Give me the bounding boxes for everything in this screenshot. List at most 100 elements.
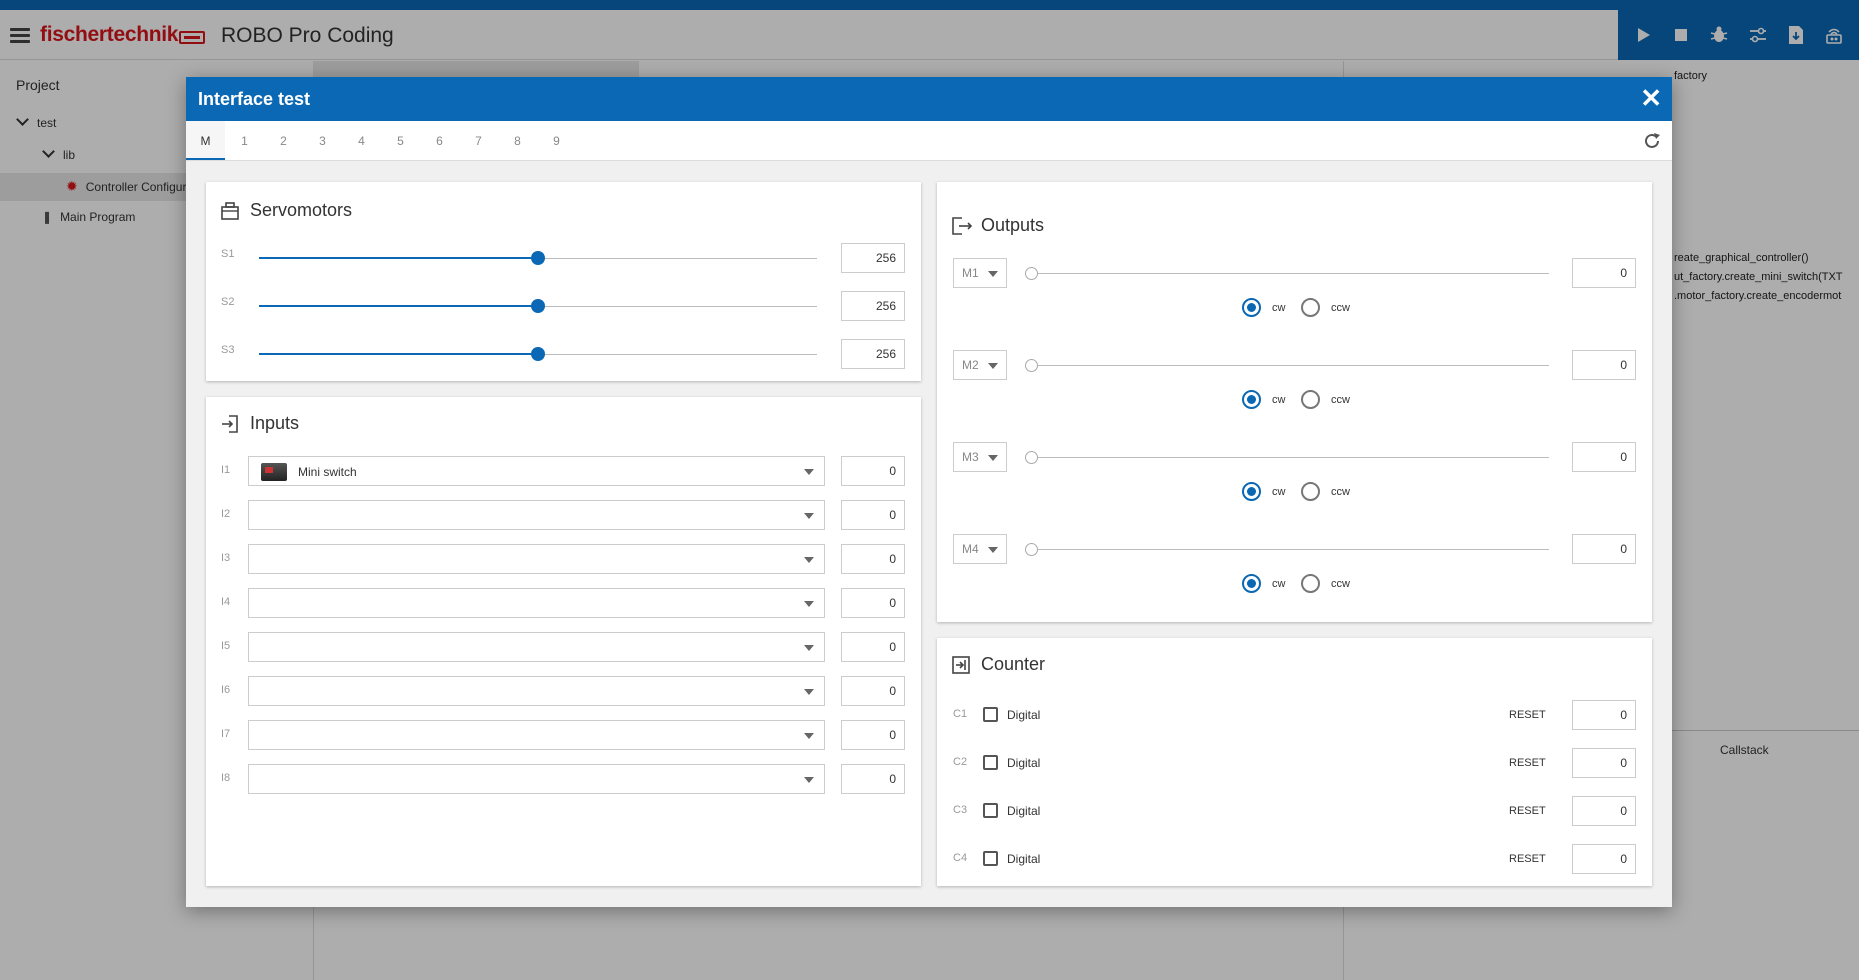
motor-value-field[interactable]: 0: [1572, 442, 1636, 472]
motor-select[interactable]: M1: [953, 258, 1007, 288]
ccw-radio[interactable]: [1301, 298, 1320, 317]
motor-select[interactable]: M3: [953, 442, 1007, 472]
reset-button[interactable]: RESET: [1509, 709, 1546, 721]
reset-button[interactable]: RESET: [1509, 757, 1546, 769]
counter-value-field[interactable]: 0: [1572, 700, 1636, 730]
ccw-radio[interactable]: [1301, 390, 1320, 409]
inputs-heading: Inputs: [220, 413, 299, 434]
servo-value-field[interactable]: 256: [841, 291, 905, 321]
chevron-down-icon: [804, 733, 814, 739]
motor-slider-thumb[interactable]: [1025, 543, 1038, 556]
counter-label: C2: [953, 756, 968, 768]
input-value-field[interactable]: 0: [841, 764, 905, 794]
input-sensor-select[interactable]: [248, 544, 825, 574]
close-icon[interactable]: ✕: [1640, 85, 1662, 111]
chevron-down-icon: [804, 645, 814, 651]
counter-label: C1: [953, 708, 968, 720]
input-sensor-select[interactable]: [248, 764, 825, 794]
servomotors-heading: Servomotors: [220, 200, 352, 221]
servo-slider-thumb[interactable]: [531, 299, 545, 313]
cw-label: cw: [1272, 578, 1286, 590]
cw-radio[interactable]: [1242, 390, 1261, 409]
mini-switch-icon: [261, 463, 287, 481]
chevron-down-icon: [988, 547, 998, 553]
tab-m[interactable]: M: [186, 121, 225, 160]
motor-select[interactable]: M4: [953, 534, 1007, 564]
input-sensor-select[interactable]: [248, 676, 825, 706]
cw-label: cw: [1272, 486, 1286, 498]
ccw-label: ccw: [1331, 578, 1350, 590]
motor-value-field[interactable]: 0: [1572, 258, 1636, 288]
dialog-header: Interface test ✕: [186, 77, 1672, 121]
tab-2[interactable]: 2: [264, 121, 303, 160]
motor-value-field[interactable]: 0: [1572, 350, 1636, 380]
counter-value-field[interactable]: 0: [1572, 844, 1636, 874]
input-label: I6: [221, 684, 231, 696]
input-value-field[interactable]: 0: [841, 544, 905, 574]
counter-value-field[interactable]: 0: [1572, 748, 1636, 778]
motor-select[interactable]: M2: [953, 350, 1007, 380]
digital-checkbox[interactable]: [983, 755, 998, 770]
motor-select-value: M2: [962, 358, 979, 372]
tab-8[interactable]: 8: [498, 121, 537, 160]
tab-5[interactable]: 5: [381, 121, 420, 160]
input-value-field[interactable]: 0: [841, 676, 905, 706]
tab-3[interactable]: 3: [303, 121, 342, 160]
input-value-field[interactable]: 0: [841, 500, 905, 530]
cw-radio[interactable]: [1242, 574, 1261, 593]
cw-radio[interactable]: [1242, 298, 1261, 317]
digital-checkbox[interactable]: [983, 803, 998, 818]
chevron-down-icon: [804, 777, 814, 783]
servo-value-field[interactable]: 256: [841, 243, 905, 273]
input-value-field[interactable]: 0: [841, 632, 905, 662]
input-select-value: Mini switch: [298, 465, 357, 479]
chevron-down-icon: [988, 271, 998, 277]
motor-slider-thumb[interactable]: [1025, 267, 1038, 280]
servo-slider-thumb[interactable]: [531, 251, 545, 265]
ccw-radio[interactable]: [1301, 574, 1320, 593]
reset-button[interactable]: RESET: [1509, 805, 1546, 817]
input-sensor-select[interactable]: Mini switch: [248, 456, 825, 486]
servo-slider-thumb[interactable]: [531, 347, 545, 361]
ccw-radio[interactable]: [1301, 482, 1320, 501]
outputs-title: Outputs: [981, 215, 1045, 235]
motor-slider-thumb[interactable]: [1025, 451, 1038, 464]
digital-label: Digital: [1007, 804, 1041, 818]
input-value-field[interactable]: 0: [841, 456, 905, 486]
tab-4[interactable]: 4: [342, 121, 381, 160]
input-label: I8: [221, 772, 231, 784]
outputs-card: Outputs M1 0 cw ccw M2 0 cw ccw M3 0 cw …: [937, 182, 1652, 622]
digital-checkbox[interactable]: [983, 707, 998, 722]
motor-slider-thumb[interactable]: [1025, 359, 1038, 372]
input-sensor-select[interactable]: [248, 500, 825, 530]
input-value-field[interactable]: 0: [841, 720, 905, 750]
input-sensor-select[interactable]: [248, 588, 825, 618]
output-arrow-icon: [951, 216, 973, 236]
cw-radio[interactable]: [1242, 482, 1261, 501]
motor-slider-track: [1031, 457, 1549, 458]
counter-icon: [951, 655, 971, 675]
counter-card: Counter C1 Digital RESET 0 C2 Digital RE…: [937, 638, 1652, 886]
ccw-label: ccw: [1331, 302, 1350, 314]
input-sensor-select[interactable]: [248, 632, 825, 662]
motor-slider-track: [1031, 549, 1549, 550]
refresh-icon[interactable]: [1642, 131, 1662, 157]
tab-6[interactable]: 6: [420, 121, 459, 160]
servo-value-field[interactable]: 256: [841, 339, 905, 369]
reset-button[interactable]: RESET: [1509, 853, 1546, 865]
tab-1[interactable]: 1: [225, 121, 264, 160]
digital-checkbox[interactable]: [983, 851, 998, 866]
counter-value-field[interactable]: 0: [1572, 796, 1636, 826]
servo-slider-fill: [259, 353, 538, 355]
servo-label: S1: [221, 248, 235, 260]
digital-label: Digital: [1007, 708, 1041, 722]
motor-value-field[interactable]: 0: [1572, 534, 1636, 564]
tab-9[interactable]: 9: [537, 121, 576, 160]
digital-label: Digital: [1007, 852, 1041, 866]
input-value-field[interactable]: 0: [841, 588, 905, 618]
motor-select-value: M3: [962, 450, 979, 464]
input-sensor-select[interactable]: [248, 720, 825, 750]
tab-7[interactable]: 7: [459, 121, 498, 160]
inputs-title: Inputs: [250, 413, 300, 433]
motor-slider-track: [1031, 273, 1549, 274]
